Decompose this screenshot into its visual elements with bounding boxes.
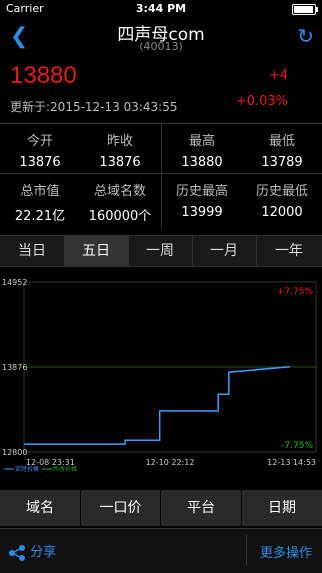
stat-value: 13789 (261, 155, 303, 170)
list-tabs: 域名 一口价 平台 日期 (0, 490, 322, 526)
stat-label: 历史最低 (255, 184, 308, 199)
stat-value: 13999 (181, 205, 223, 220)
price-chart: 14952 13876 12800 +7.75% -7.75% 12-08 23… (2, 278, 317, 473)
share-label: 分享 (30, 545, 57, 560)
tab-month[interactable]: 一月 (192, 236, 257, 266)
nav-bar: ❮ 四声母com (40013) ↻ (0, 18, 322, 60)
legend-label: 实时价格 (15, 465, 39, 473)
status-time: 3:44 PM (135, 2, 187, 15)
stat-low: 最低 13789 (242, 130, 322, 170)
period-tabs: 当日 五日 一周 一月 一年 (0, 235, 322, 267)
y-tick-label: 12800 (2, 448, 27, 457)
tab-year[interactable]: 一年 (256, 236, 322, 266)
stat-prev-close: 昨收 13876 (80, 130, 160, 170)
stat-label: 最低 (268, 134, 295, 149)
stat-value: 22.21亿 (14, 209, 66, 224)
stat-label: 今开 (26, 134, 53, 149)
stat-value: 13880 (181, 155, 223, 170)
stat-label: 总市值 (20, 184, 60, 199)
update-time: 更新于:2015-12-13 03:43:55 (10, 100, 178, 114)
current-price: 13880 (10, 62, 77, 89)
top-percent-label: +7.75% (277, 287, 314, 297)
stat-all-time-low: 历史最低 12000 (242, 180, 322, 220)
stat-all-time-high: 历史最高 13999 (162, 180, 242, 220)
stat-label: 最高 (188, 134, 215, 149)
page-subtitle: (40013) (139, 40, 183, 53)
legend-label: 昨收价格 (53, 465, 77, 473)
stat-value: 160000个 (88, 209, 152, 224)
stat-open: 今开 13876 (0, 130, 80, 170)
tab-today[interactable]: 当日 (0, 236, 65, 266)
stat-market-cap: 总市值 22.21亿 (0, 180, 80, 224)
price-line (24, 365, 291, 445)
y-tick-label: 14952 (2, 278, 27, 287)
stat-label: 总域名数 (93, 184, 146, 199)
y-tick-label: 13876 (2, 363, 27, 372)
status-bar: Carrier 3:44 PM (0, 0, 322, 18)
stat-domain-count: 总域名数 160000个 (80, 180, 160, 224)
x-tick-label: 12-10 22:12 (146, 458, 195, 467)
x-tick-label: 12-13 14:53 (267, 458, 316, 467)
stat-high: 最高 13880 (162, 130, 242, 170)
tab-platform[interactable]: 平台 (161, 490, 242, 526)
bottom-toolbar: 分享 更多操作 (0, 528, 322, 573)
tab-fixed-price[interactable]: 一口价 (81, 490, 161, 526)
stat-value: 12000 (261, 205, 303, 220)
bottom-percent-label: -7.75% (281, 441, 313, 451)
tab-domain[interactable]: 域名 (0, 490, 81, 526)
share-icon (9, 544, 25, 561)
battery-icon (292, 4, 318, 15)
tab-date[interactable]: 日期 (242, 490, 322, 526)
stat-label: 历史最高 (175, 184, 228, 199)
more-actions-button[interactable]: 更多操作 (260, 542, 312, 561)
share-button[interactable]: 分享 (8, 541, 56, 561)
stat-label: 昨收 (106, 134, 133, 149)
tab-week[interactable]: 一周 (128, 236, 193, 266)
divider (246, 535, 247, 565)
tab-five-day[interactable]: 五日 (64, 236, 129, 266)
refresh-icon[interactable]: ↻ (297, 24, 314, 48)
price-change: +4 (268, 68, 288, 83)
stat-value: 13876 (19, 155, 61, 170)
price-change-percent: +0.03% (235, 94, 288, 109)
stat-value: 13876 (99, 155, 141, 170)
